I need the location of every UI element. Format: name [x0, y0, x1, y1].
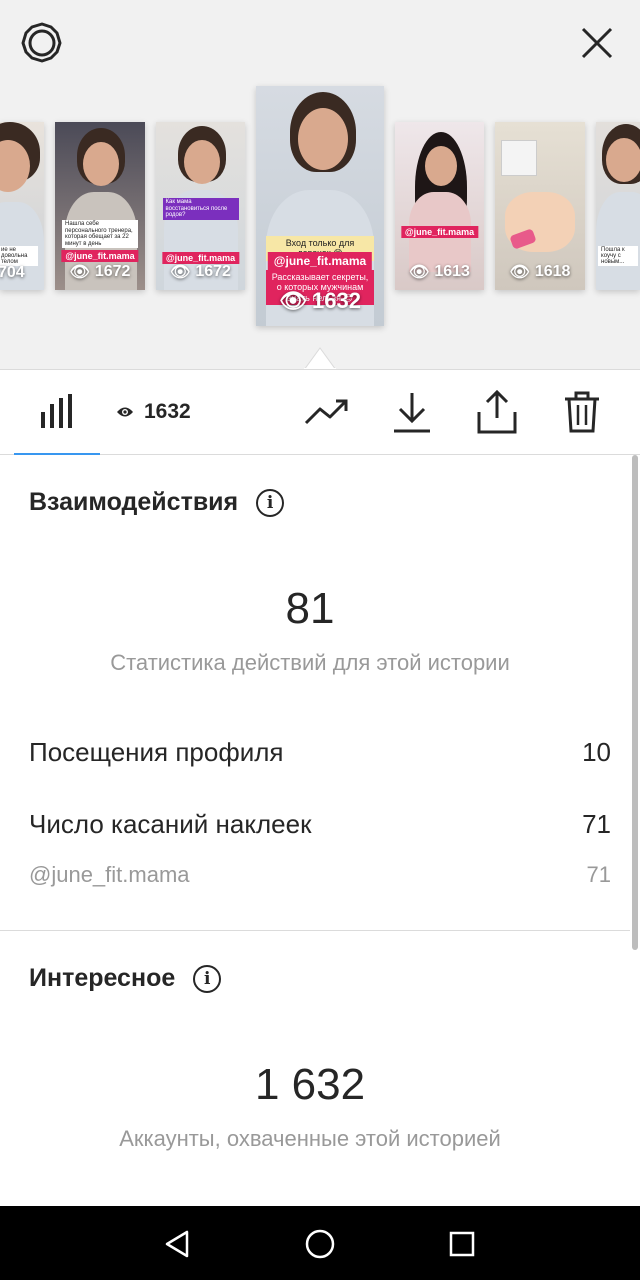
story-caption: Пошла к коучу с новым... — [598, 246, 638, 266]
story-thumbnail[interactable]: Пошла к коучу с новым... — [596, 122, 640, 290]
discovery-total: 1 632 — [254, 1060, 366, 1109]
tab-insights[interactable] — [14, 370, 100, 455]
gear-icon — [21, 22, 62, 63]
views-count-value: 1632 — [144, 400, 191, 423]
share-icon — [477, 390, 517, 434]
story-caption: Нашла себе персонального тренера, котора… — [62, 220, 138, 249]
home-button[interactable] — [300, 1224, 340, 1264]
story-thumbnail[interactable]: @june_fit.mama 👁 1613 — [395, 122, 484, 290]
settings-button[interactable] — [17, 18, 67, 68]
eye-icon: 👁 — [170, 264, 191, 281]
eye-icon: 👁 — [69, 264, 90, 281]
eye-icon: 👁 — [509, 264, 530, 281]
story-caption: ие не довольна телом — [0, 246, 38, 266]
interactions-title-text: Взаимодействия — [29, 488, 239, 516]
story-thumbnail[interactable]: 👁 1618 — [495, 122, 585, 290]
story-strip-area: ие не довольна телом 704 Нашла себе перс… — [0, 0, 640, 370]
interactions-title: Взаимодействия i — [29, 488, 285, 517]
story-mention-tag: @june_fit.mama — [400, 226, 479, 238]
recents-button[interactable] — [442, 1224, 482, 1264]
row-value: 71 — [582, 809, 611, 839]
download-icon — [394, 393, 430, 433]
scrollbar[interactable] — [632, 455, 638, 950]
info-icon[interactable]: i — [256, 488, 285, 517]
row-label: Посещения профиля — [29, 737, 284, 767]
info-icon[interactable]: i — [193, 964, 222, 993]
story-thumbnail[interactable]: ие не довольна телом 704 — [0, 122, 44, 290]
story-views: 704 — [0, 264, 25, 281]
row-value: 71 — [586, 862, 611, 887]
bar-chart-icon — [41, 393, 72, 428]
trend-icon — [304, 399, 348, 425]
row-label: Число касаний наклеек — [29, 809, 312, 839]
story-caption: Как мама восстановиться после родов? — [162, 198, 239, 220]
sticker-taps-row: Число касаний наклеек 71 — [29, 809, 611, 840]
story-views: 👁 1632 — [279, 288, 361, 313]
share-button[interactable] — [473, 388, 521, 436]
story-thumbnail[interactable]: Нашла себе персонального тренера, котора… — [55, 122, 145, 290]
story-views: 👁 1613 — [409, 263, 470, 281]
profile-visits-row: Посещения профиля 10 — [29, 737, 611, 768]
section-divider — [0, 930, 630, 931]
story-views: 👁 1672 — [170, 263, 231, 281]
interactions-subtitle: Статистика действий для этой истории — [110, 650, 510, 675]
row-value: 10 — [582, 737, 611, 767]
close-icon — [581, 27, 613, 59]
android-nav-bar — [0, 1206, 640, 1280]
row-label: @june_fit.mama — [29, 862, 190, 887]
eye-icon: 👁 — [279, 288, 307, 313]
story-thumbnail[interactable]: Как мама восстановиться после родов? @ju… — [156, 122, 245, 290]
story-views: 👁 1672 — [69, 263, 131, 281]
trash-icon — [565, 391, 599, 433]
download-button[interactable] — [388, 388, 436, 436]
eye-icon — [117, 407, 133, 417]
story-views: 👁 1618 — [509, 263, 571, 281]
story-thumbnails: ие не довольна телом 704 Нашла себе перс… — [0, 84, 640, 334]
story-mention-tag: @june_fit.mama — [61, 250, 139, 262]
interactions-total: 81 — [285, 584, 335, 633]
back-icon — [165, 1230, 189, 1258]
insights-toolbar: 1632 — [0, 369, 640, 455]
delete-button[interactable] — [558, 388, 606, 436]
close-button[interactable] — [572, 18, 622, 68]
eye-icon: 👁 — [409, 264, 430, 281]
discovery-subtitle: Аккаунты, охваченные этой историей — [119, 1126, 501, 1151]
home-icon — [305, 1229, 335, 1259]
selection-pointer — [304, 347, 336, 370]
trend-button[interactable] — [303, 388, 351, 436]
story-mention-tag: @june_fit.mama — [267, 252, 373, 270]
discovery-title: Интересное i — [29, 964, 222, 993]
back-button[interactable] — [158, 1224, 198, 1264]
discovery-title-text: Интересное — [29, 964, 176, 992]
views-count: 1632 — [116, 400, 191, 424]
sticker-mention-row[interactable]: @june_fit.mama 71 — [29, 862, 611, 888]
recents-icon — [449, 1231, 475, 1257]
story-thumbnail-selected[interactable]: Вход только для девочек 😊 @june_fit.mama… — [256, 86, 384, 326]
